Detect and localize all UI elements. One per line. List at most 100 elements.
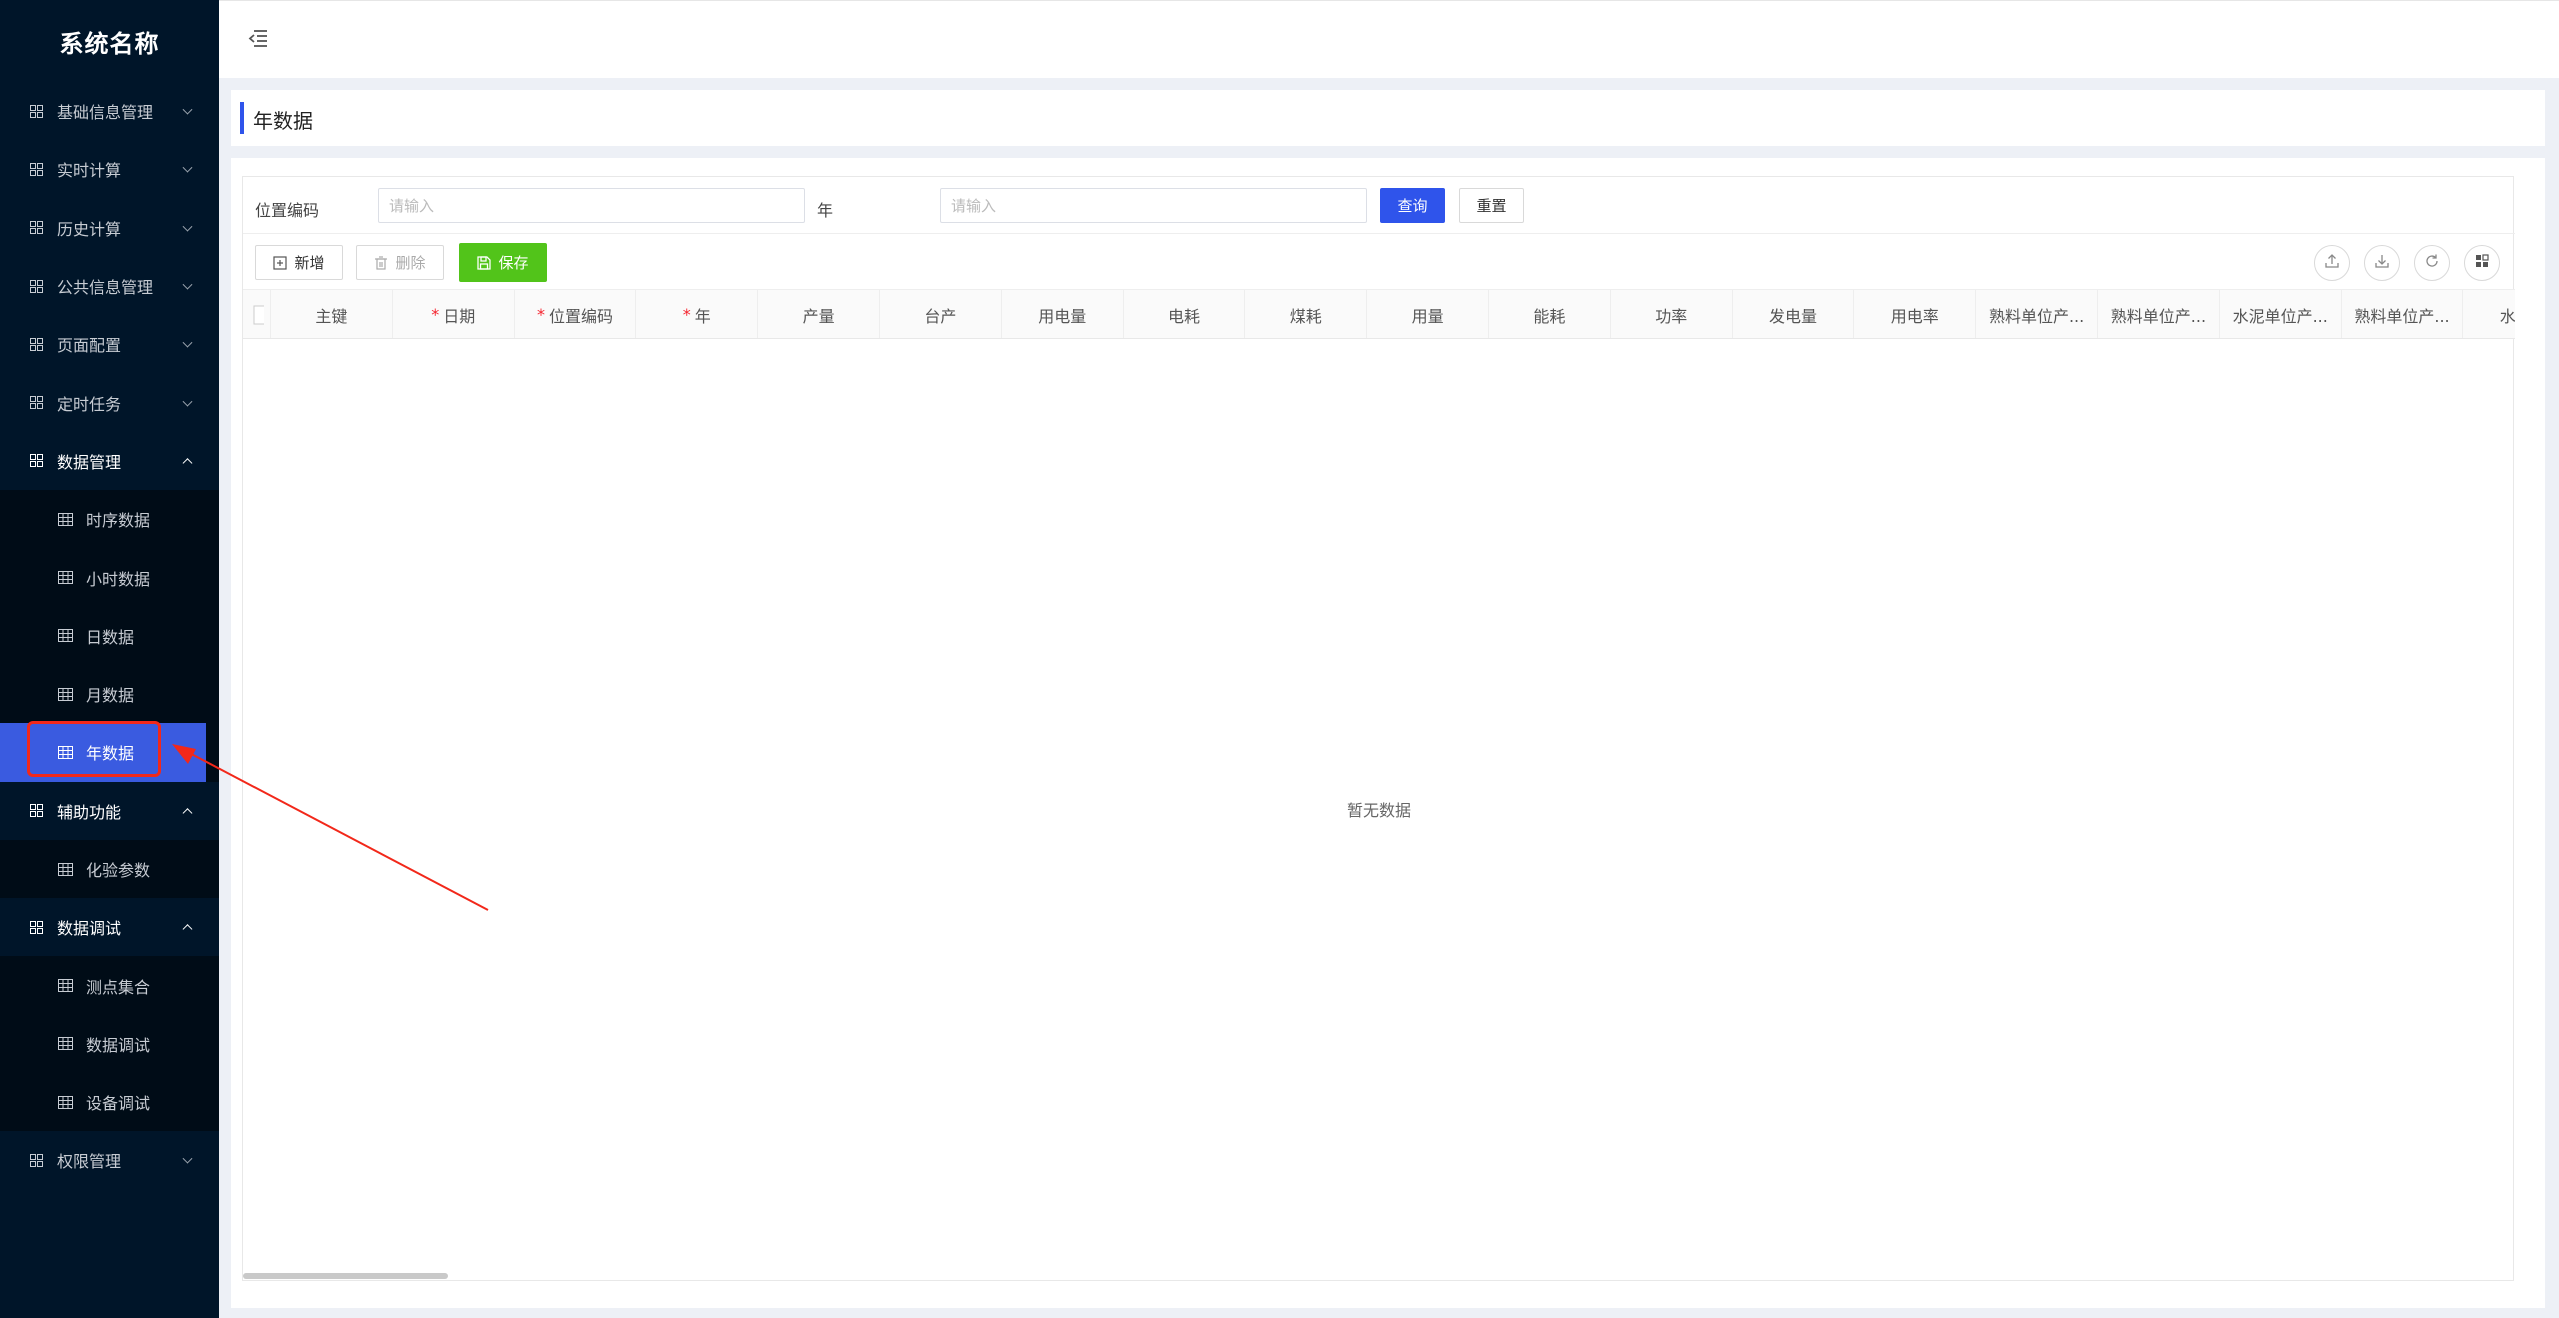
column-header-label: 产量 — [802, 306, 835, 326]
sidebar-item-label: 测点集合 — [86, 977, 151, 997]
export-button[interactable] — [2364, 245, 2400, 281]
delete-button[interactable]: 删除 — [356, 245, 444, 280]
menu-grid-icon — [30, 454, 43, 468]
sidebar-item-11[interactable]: 年数据 — [0, 723, 206, 782]
column-header[interactable]: * 年 — [636, 290, 759, 338]
column-header[interactable]: 用电率 — [1854, 290, 1977, 338]
column-header[interactable]: 煤耗 — [1245, 290, 1368, 338]
sidebar-item-label: 时序数据 — [86, 511, 151, 531]
column-header[interactable]: 能耗 — [1489, 290, 1611, 338]
reset-button[interactable]: 重置 — [1459, 188, 1524, 223]
column-header[interactable]: * 日期 — [393, 290, 515, 338]
grid-icon — [2474, 253, 2490, 273]
column-header[interactable]: 发电量 — [1733, 290, 1855, 338]
sidebar-submenu: 时序数据小时数据日数据月数据年数据 — [0, 490, 219, 782]
save-icon — [477, 255, 492, 270]
sidebar-item-label: 日数据 — [86, 627, 135, 647]
sidebar-item-17[interactable]: 设备调试 — [0, 1073, 206, 1131]
sidebar-group-4[interactable]: 页面配置 — [0, 315, 219, 373]
empty-text: 暂无数据 — [1346, 801, 1411, 820]
page-title: 年数据 — [253, 109, 313, 133]
required-mark: * — [682, 305, 691, 324]
add-button[interactable]: 新增 — [255, 245, 343, 280]
table-icon — [58, 862, 73, 876]
column-header[interactable]: 主键 — [271, 290, 393, 338]
import-button[interactable] — [2314, 245, 2350, 281]
download-icon — [2374, 253, 2390, 273]
column-header[interactable]: 熟料单位产... — [2098, 290, 2220, 338]
menu-grid-icon — [30, 337, 43, 351]
chevron-down-icon — [182, 337, 193, 348]
year-input[interactable]: 请输入 — [940, 188, 1367, 223]
column-header[interactable]: 用电量 — [1002, 290, 1124, 338]
column-header-label: 用电率 — [1890, 306, 1939, 326]
column-header[interactable]: 产量 — [758, 290, 880, 338]
column-header-label: 水泥单 — [2499, 306, 2515, 326]
main-content: 年数据 位置编码 请输入 年 请输入 查询 重置 新增 删除 保存 主键 * 日… — [219, 78, 2559, 1318]
column-header-label: 熟料单位产... — [1988, 306, 2085, 326]
table-icon — [58, 629, 73, 643]
column-header-label: 用量 — [1411, 306, 1444, 326]
sidebar-group-label: 辅助功能 — [57, 802, 122, 822]
column-header[interactable]: * 位置编码 — [515, 290, 637, 338]
sidebar-submenu: 化验参数 — [0, 839, 219, 899]
column-header[interactable]: 功率 — [1611, 290, 1733, 338]
column-header-label: 熟料单位产... — [2110, 306, 2207, 326]
column-header-label: 能耗 — [1533, 306, 1566, 326]
menu-grid-icon — [30, 221, 43, 235]
refresh-icon — [2424, 253, 2440, 273]
menu-grid-icon — [30, 920, 43, 934]
chevron-down-icon — [182, 221, 193, 232]
chevron-down-icon — [182, 163, 193, 173]
sidebar-group-2[interactable]: 历史计算 — [0, 199, 219, 257]
menu-fold-icon[interactable] — [247, 27, 269, 49]
column-header-label: 年 — [694, 306, 711, 326]
sidebar-group-0[interactable]: 基础信息管理 — [0, 82, 219, 140]
chevron-down-icon — [182, 104, 193, 115]
column-header-label: 主键 — [315, 306, 348, 326]
column-header[interactable]: 台产 — [880, 290, 1002, 338]
column-header[interactable]: 熟料单位产... — [1976, 290, 2098, 338]
chevron-down-icon — [182, 396, 193, 407]
sidebar-item-label: 月数据 — [86, 686, 135, 706]
table-icon — [58, 1037, 73, 1051]
sidebar-item-9[interactable]: 日数据 — [0, 607, 206, 665]
delete-label: 删除 — [395, 254, 426, 272]
required-mark: * — [536, 305, 545, 324]
sidebar-group-3[interactable]: 公共信息管理 — [0, 257, 219, 315]
sidebar-group-1[interactable]: 实时计算 — [0, 140, 219, 198]
sidebar-item-15[interactable]: 测点集合 — [0, 956, 206, 1014]
refresh-button[interactable] — [2414, 245, 2450, 281]
sidebar-item-7[interactable]: 时序数据 — [0, 490, 206, 548]
column-settings-button[interactable] — [2464, 245, 2500, 281]
sidebar-item-label: 年数据 — [86, 744, 135, 764]
sidebar-item-13[interactable]: 化验参数 — [0, 840, 206, 898]
sidebar-group-6[interactable]: 数据管理 — [0, 432, 219, 490]
sidebar-group-5[interactable]: 定时任务 — [0, 373, 219, 431]
sidebar-group-12[interactable]: 辅助功能 — [0, 782, 219, 840]
sidebar-group-14[interactable]: 数据调试 — [0, 898, 219, 956]
sidebar-item-10[interactable]: 月数据 — [0, 665, 206, 723]
select-all-checkbox[interactable] — [243, 290, 271, 338]
column-header[interactable]: 用量 — [1367, 290, 1489, 338]
query-button[interactable]: 查询 — [1380, 188, 1445, 223]
horizontal-scrollbar[interactable] — [243, 1273, 448, 1279]
trash-icon — [374, 255, 388, 270]
sidebar-item-label: 化验参数 — [86, 861, 151, 880]
table-icon — [58, 745, 73, 759]
sidebar-item-16[interactable]: 数据调试 — [0, 1015, 206, 1073]
table-icon — [58, 1095, 73, 1109]
column-header-label: 水泥单位产... — [2232, 306, 2328, 326]
column-header[interactable]: 水泥单 — [2463, 290, 2515, 338]
column-header[interactable]: 电耗 — [1124, 290, 1246, 338]
sidebar-menu: 基础信息管理 实时计算 历史计算 公共信息管理 页面配置 定时任务 数据管理时序数据小时数据… — [0, 82, 219, 1190]
sidebar-item-8[interactable]: 小时数据 — [0, 548, 206, 606]
column-header[interactable]: 熟料单位产... — [2342, 290, 2464, 338]
table-icon — [58, 571, 73, 585]
location-code-input[interactable]: 请输入 — [378, 188, 805, 223]
column-header-label: 煤耗 — [1289, 306, 1322, 326]
save-button[interactable]: 保存 — [459, 243, 547, 282]
column-header[interactable]: 水泥单位产... — [2220, 290, 2342, 338]
sidebar-group-18[interactable]: 权限管理 — [0, 1131, 219, 1189]
chevron-down-icon — [182, 1154, 193, 1165]
